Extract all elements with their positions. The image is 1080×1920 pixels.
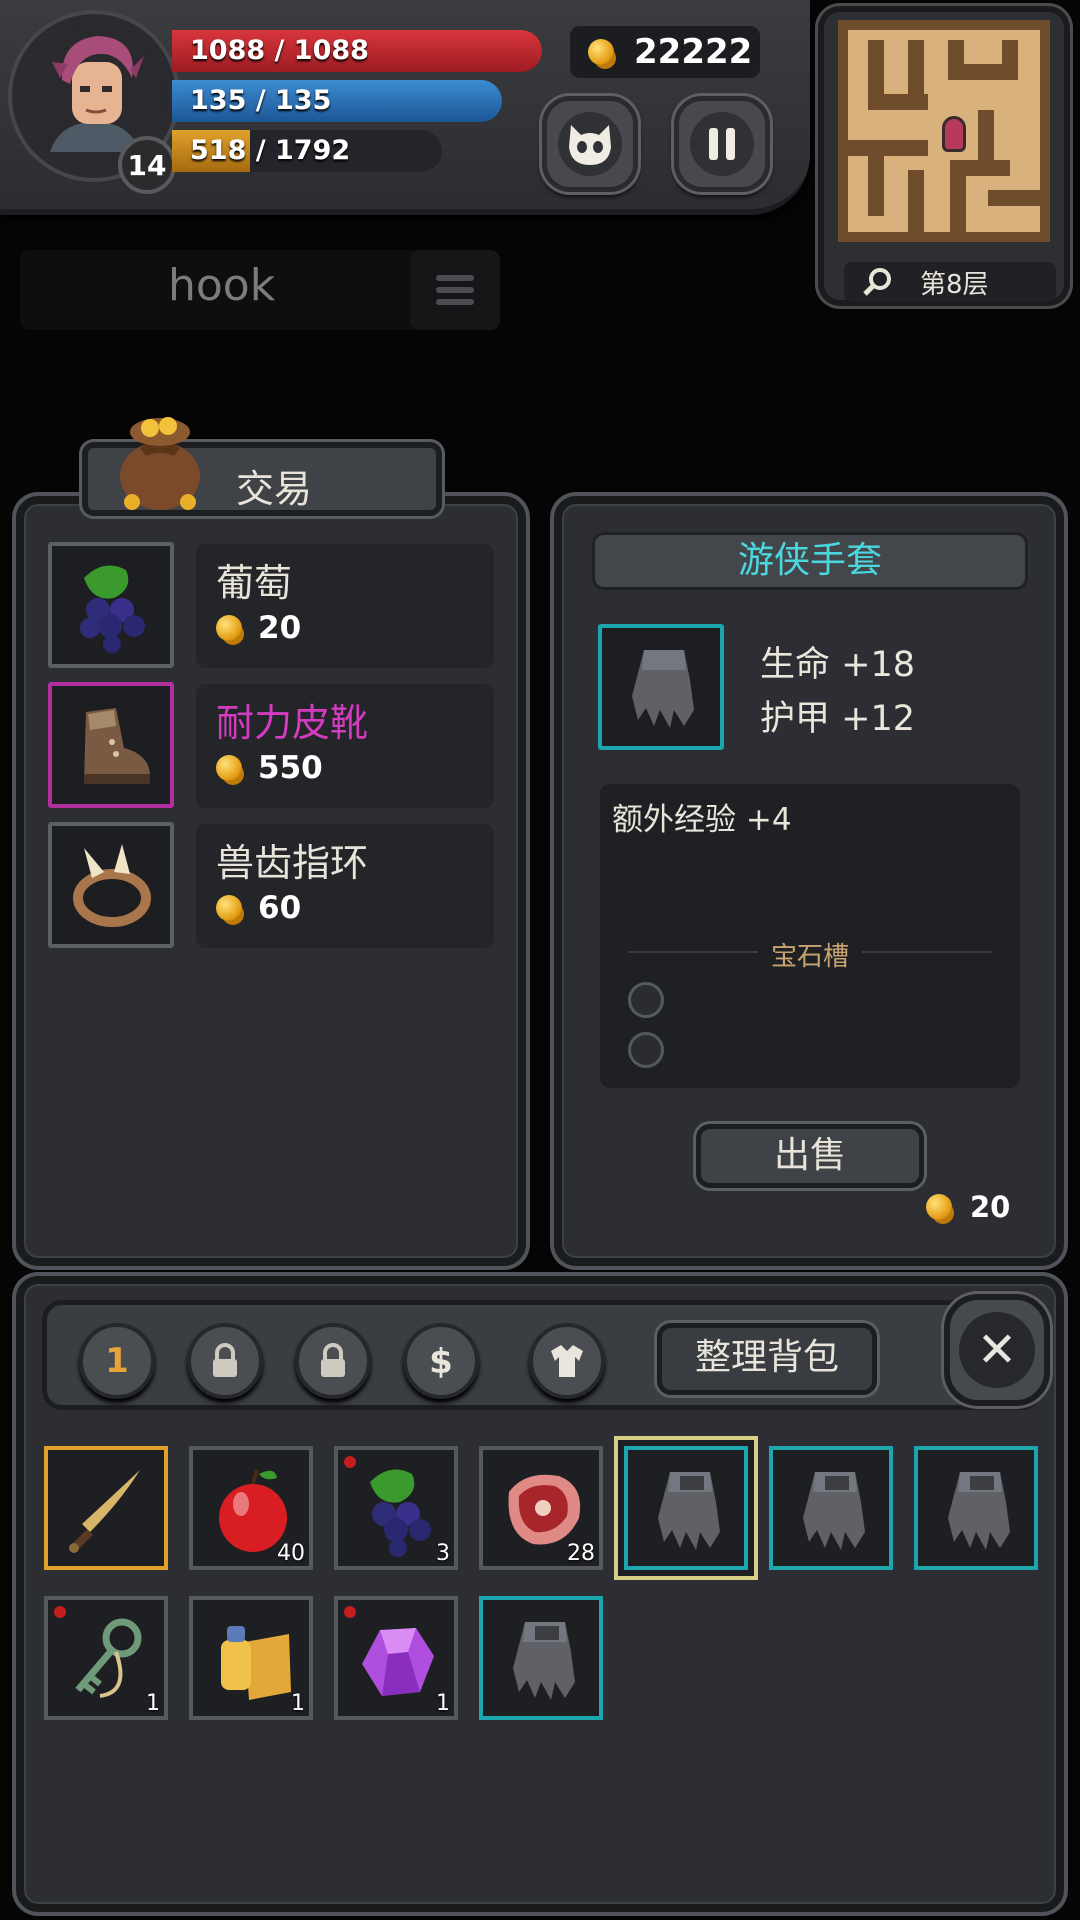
pause-icon xyxy=(709,128,735,160)
sell-filter-button[interactable]: $ xyxy=(403,1323,479,1399)
shop-item-price: 20 xyxy=(216,610,301,646)
player-marker-icon xyxy=(942,116,966,152)
shop-item-grapes[interactable]: 葡萄 20 xyxy=(48,542,494,670)
inventory-slot[interactable] xyxy=(914,1446,1038,1570)
gauntlet-icon xyxy=(513,1622,575,1700)
bag-tab-locked[interactable] xyxy=(187,1323,263,1399)
item-detail-icon xyxy=(598,624,724,750)
money-bag-icon xyxy=(112,410,208,512)
experience-text: 518 / 1792 xyxy=(190,135,351,166)
inventory-slot[interactable]: 40 xyxy=(189,1446,313,1570)
key-icon xyxy=(75,1618,142,1698)
inventory-slot[interactable] xyxy=(624,1446,748,1570)
list-menu-button[interactable] xyxy=(410,250,500,330)
minimap[interactable]: 第8层 xyxy=(818,6,1070,306)
new-item-dot xyxy=(54,1606,66,1618)
gold-coin-icon xyxy=(216,895,242,921)
trade-title: 交易 xyxy=(236,467,313,511)
shop-item-name: 耐力皮靴 xyxy=(216,701,369,745)
floor-indicator: 第8层 xyxy=(844,262,1056,302)
gauntlet-icon xyxy=(632,650,694,728)
sell-button[interactable]: 出售 xyxy=(696,1124,924,1188)
inventory-slot[interactable] xyxy=(769,1446,893,1570)
item-extra-attributes: 额外经验 +4 宝石槽 xyxy=(600,784,1020,1088)
inventory-slot[interactable]: 1 xyxy=(189,1596,313,1720)
item-filter[interactable]: hook xyxy=(20,250,500,330)
curved-sword-icon xyxy=(69,1470,140,1553)
purple-gem-icon xyxy=(362,1628,434,1696)
lock-icon xyxy=(321,1343,345,1377)
item-count: 1 xyxy=(436,1691,450,1716)
item-count: 28 xyxy=(567,1541,595,1566)
shop-item-slot[interactable] xyxy=(48,542,174,668)
inventory-slot[interactable]: 3 xyxy=(334,1446,458,1570)
gold-amount: 22222 xyxy=(634,32,753,72)
fang-ring-icon xyxy=(73,844,151,927)
stat-health: 生命 +18 xyxy=(760,645,915,685)
health-text: 1088 / 1088 xyxy=(190,35,369,66)
gem-socket[interactable] xyxy=(628,982,664,1018)
item-count: 3 xyxy=(436,1541,450,1566)
inventory-toolbar: 1 $ 整理背包 xyxy=(42,1300,1042,1410)
gold-coin-icon xyxy=(588,39,614,65)
inventory-slot[interactable]: 28 xyxy=(479,1446,603,1570)
mana-bar: 135 / 135 xyxy=(172,80,502,122)
shop-item-slot[interactable] xyxy=(48,682,174,808)
shop-item-name: 兽齿指环 xyxy=(216,841,369,885)
mana-text: 135 / 135 xyxy=(190,85,332,116)
search-icon xyxy=(863,268,891,296)
close-button[interactable]: ✕ xyxy=(944,1294,1050,1406)
svg-text:$: $ xyxy=(429,1342,453,1381)
floor-label: 第8层 xyxy=(920,269,989,300)
gem-slot-label: 宝石槽 xyxy=(770,942,849,972)
lock-icon xyxy=(213,1343,237,1377)
gauntlet-icon xyxy=(948,1472,1010,1550)
gauntlet-icon xyxy=(658,1472,720,1550)
close-icon: ✕ xyxy=(959,1312,1035,1388)
gold-coin-icon xyxy=(216,755,242,781)
leather-boots-icon xyxy=(84,708,150,784)
sell-price: 20 xyxy=(926,1190,1010,1224)
player-level-badge: 14 xyxy=(118,136,176,194)
bag-tab-1[interactable]: 1 xyxy=(79,1323,155,1399)
gauntlet-icon xyxy=(803,1472,865,1550)
grapes-icon xyxy=(80,565,145,653)
bag-tab-locked[interactable] xyxy=(295,1323,371,1399)
health-bar: 1088 / 1088 xyxy=(172,30,542,72)
minimap-view xyxy=(838,20,1050,242)
gold-coin-icon xyxy=(926,1194,952,1220)
new-item-dot xyxy=(344,1606,356,1618)
shop-item-boots[interactable]: 耐力皮靴 550 xyxy=(48,682,494,810)
shop-item-slot[interactable] xyxy=(48,822,174,948)
dollar-icon: $ xyxy=(429,1342,453,1381)
extra-experience-text: 额外经验 +4 xyxy=(612,802,792,838)
inventory-slot[interactable]: 1 xyxy=(334,1596,458,1720)
sort-bag-button[interactable]: 整理背包 xyxy=(657,1323,877,1395)
inventory-slot[interactable]: 1 xyxy=(44,1596,168,1720)
grapes-icon xyxy=(370,1469,431,1557)
experience-bar: 518 / 1792 xyxy=(172,130,442,172)
item-detail-title: 游侠手套 xyxy=(592,532,1028,590)
scroll-potion-icon xyxy=(221,1626,291,1700)
armor-icon xyxy=(551,1345,583,1377)
shop-item-price: 60 xyxy=(216,890,301,926)
stat-armor: 护甲 +12 xyxy=(760,699,915,739)
item-count: 1 xyxy=(291,1691,305,1716)
item-count: 40 xyxy=(277,1541,305,1566)
inventory-slot[interactable] xyxy=(479,1596,603,1720)
pause-button[interactable] xyxy=(674,96,770,192)
inventory-slot[interactable] xyxy=(44,1446,168,1570)
shop-item-price: 550 xyxy=(216,750,323,786)
gold-coin-icon xyxy=(216,615,242,641)
filter-input-value[interactable]: hook xyxy=(168,260,275,311)
equipment-filter-button[interactable] xyxy=(529,1323,605,1399)
monster-face-icon xyxy=(569,125,611,165)
item-count: 1 xyxy=(146,1691,160,1716)
shop-item-ring[interactable]: 兽齿指环 60 xyxy=(48,822,494,950)
new-item-dot xyxy=(344,1456,356,1468)
pet-button[interactable] xyxy=(542,96,638,192)
gold-counter: 22222 xyxy=(570,26,760,78)
gem-socket[interactable] xyxy=(628,1032,664,1068)
shop-item-name: 葡萄 xyxy=(216,561,293,605)
